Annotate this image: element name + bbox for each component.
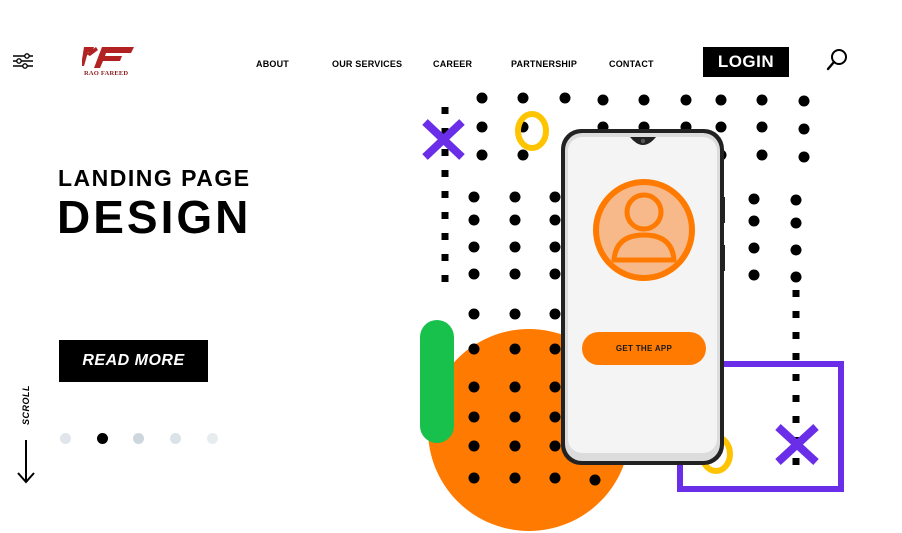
hero-illustration <box>420 92 844 531</box>
slide-dot-2-active[interactable] <box>97 433 108 444</box>
hero-title: DESIGN <box>57 191 252 243</box>
slide-dot-4[interactable] <box>170 433 181 444</box>
hero-subtitle: LANDING PAGE <box>58 165 251 191</box>
green-pill <box>420 320 454 443</box>
nav-partnership[interactable]: PARTNERSHIP <box>511 59 577 69</box>
arrow-down-icon[interactable] <box>16 438 36 484</box>
slide-dot-5[interactable] <box>207 433 218 444</box>
nav-career[interactable]: CAREER <box>433 59 472 69</box>
slide-dot-1[interactable] <box>60 433 71 444</box>
slide-dot-3[interactable] <box>133 433 144 444</box>
purple-x-bottom <box>775 424 819 465</box>
search-icon[interactable] <box>825 48 849 72</box>
user-icon <box>593 179 695 281</box>
nav-about[interactable]: ABOUT <box>256 59 289 69</box>
filter-icon[interactable] <box>12 52 34 70</box>
get-the-app-button[interactable]: GET THE APP <box>582 332 706 365</box>
logo-wordmark: RAO FAREED <box>84 70 129 77</box>
login-button[interactable]: LOGIN <box>703 47 789 77</box>
nav-contact[interactable]: CONTACT <box>609 59 654 69</box>
read-more-button[interactable]: READ MORE <box>59 340 208 382</box>
nav-our-services[interactable]: OUR SERVICES <box>332 59 402 69</box>
scroll-label: SCROLL <box>21 385 31 425</box>
